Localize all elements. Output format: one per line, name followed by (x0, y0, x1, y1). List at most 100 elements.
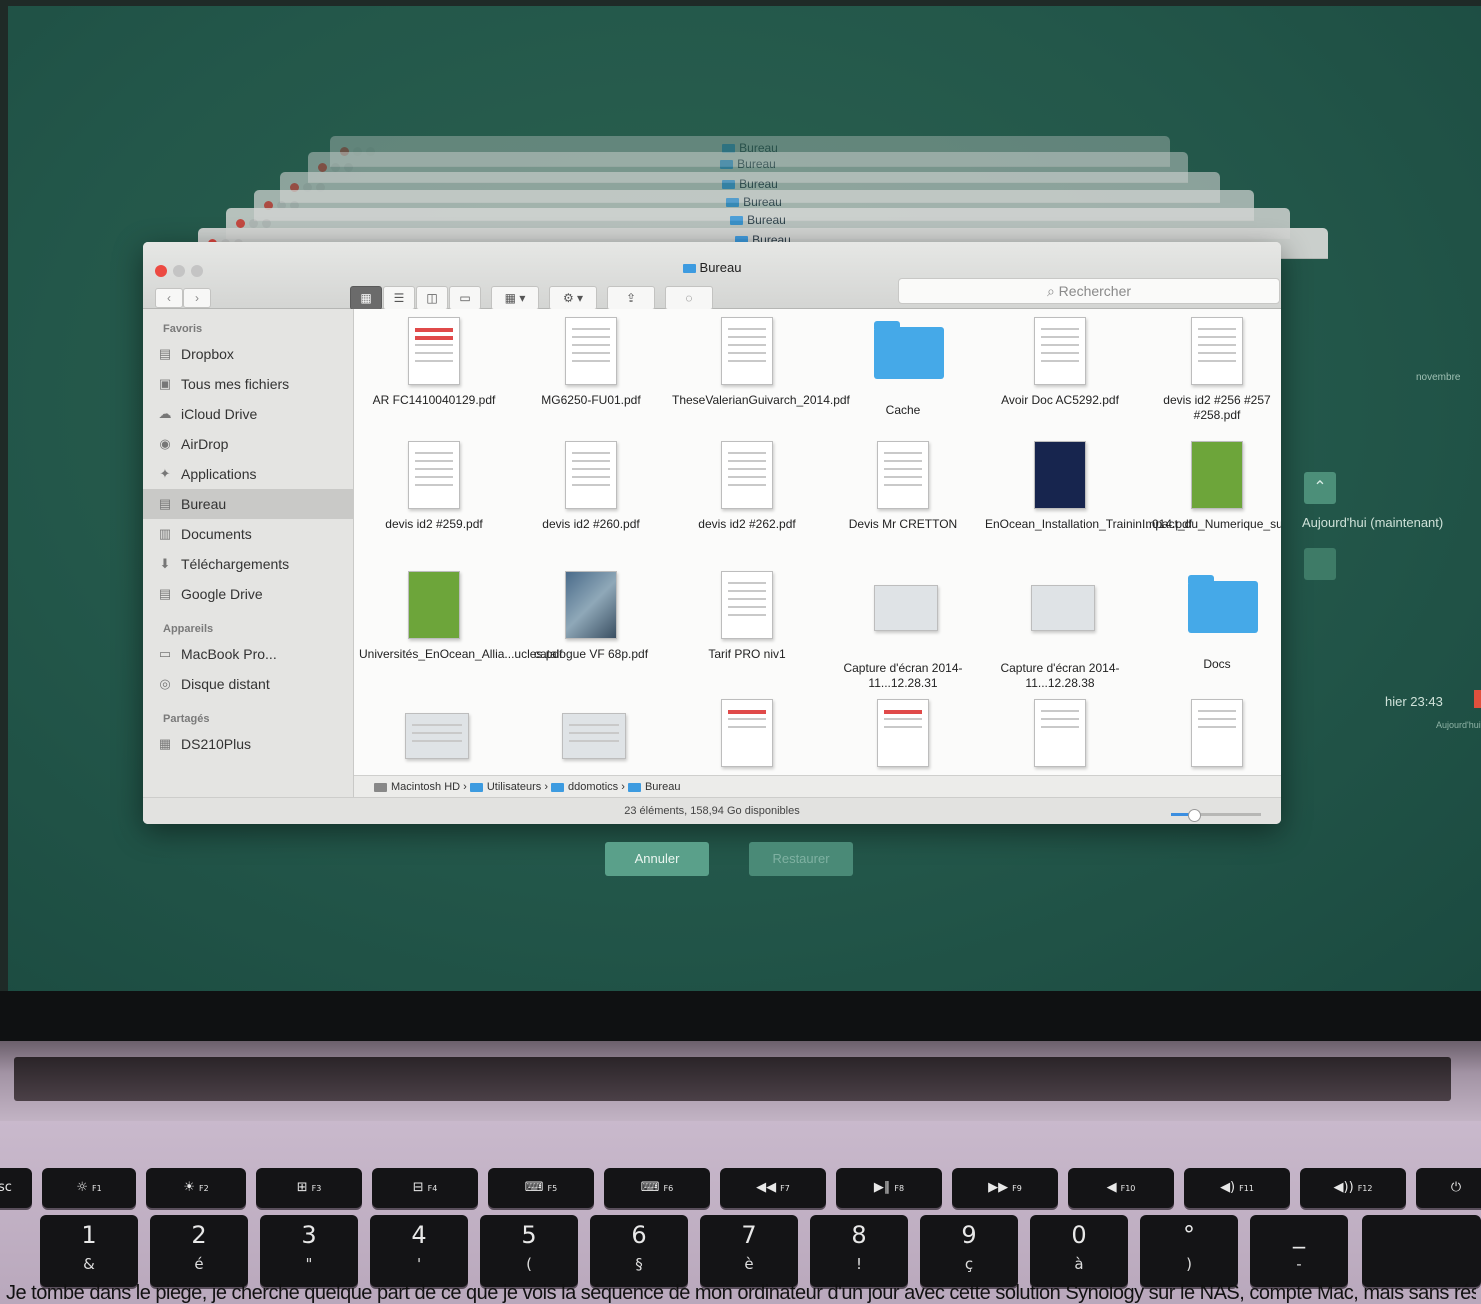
file-item[interactable]: devis id2 #259.pdf (359, 441, 509, 532)
sidebar-section-header: Partagés (163, 713, 210, 725)
sidebar-item-t-l-chargements[interactable]: ⬇ Téléchargements (143, 549, 353, 579)
back-button[interactable]: ‹ (155, 288, 183, 308)
file-item[interactable]: devis id2 #256 #257 #258.pdf (1142, 317, 1281, 423)
sidebar-item-icloud-drive[interactable]: ☁ iCloud Drive (143, 399, 353, 429)
number-key[interactable]: 5( (480, 1215, 578, 1287)
timeline-month-label: novembre (1416, 372, 1461, 383)
file-item[interactable]: Cache (828, 317, 978, 418)
sidebar-item-disque-distant[interactable]: ◎ Disque distant (143, 669, 353, 699)
coverflow-view-button[interactable]: ▭ (449, 286, 481, 310)
file-item[interactable]: Tarif PRO niv1 (672, 571, 822, 662)
restore-button[interactable]: Restaurer (749, 842, 853, 876)
file-item[interactable]: MG6250-FU01.pdf (516, 317, 666, 408)
file-item[interactable] (828, 699, 978, 775)
thumbnail-line (1041, 710, 1079, 712)
file-item[interactable]: AR FC1410040129.pdf (359, 317, 509, 408)
file-item[interactable]: Avoir Doc AC5292.pdf (985, 317, 1135, 408)
action-menu-button[interactable]: ⚙ ▾ (549, 286, 597, 310)
forward-button[interactable]: › (183, 288, 211, 308)
thumbnail-line (1041, 328, 1079, 330)
timeline-up-arrow-icon[interactable]: ⌃ (1304, 472, 1336, 504)
key-upper-char: _ (1293, 1221, 1305, 1249)
folder-icon (469, 782, 483, 792)
function-key[interactable]: ⊞ F3 (256, 1168, 362, 1208)
sidebar-item-bureau[interactable]: ▤ Bureau (143, 489, 353, 519)
icon-size-slider[interactable] (1171, 809, 1261, 822)
function-key[interactable]: ◀)) F12 (1300, 1168, 1406, 1208)
sidebar-item-airdrop[interactable]: ◉ AirDrop (143, 429, 353, 459)
number-key[interactable]: 6 § (590, 1215, 688, 1287)
function-key[interactable]: ☼ F1 (42, 1168, 136, 1208)
function-key[interactable]: ◀◀ F7 (720, 1168, 826, 1208)
function-key[interactable]: ▶▶ F9 (952, 1168, 1058, 1208)
file-item[interactable]: devis id2 #260.pdf (516, 441, 666, 532)
path-segment[interactable]: ddomotics (551, 781, 618, 793)
share-button[interactable]: ⇪ (607, 286, 655, 310)
function-key[interactable]: ◀ F10 (1068, 1168, 1174, 1208)
number-key[interactable]: _ - (1250, 1215, 1348, 1287)
slider-knob[interactable] (1187, 809, 1201, 822)
sidebar-item-ds210plus[interactable]: ▦ DS210Plus (143, 729, 353, 759)
file-item[interactable]: EnOcean_Installation_Trainin...014.pdf (985, 441, 1192, 532)
file-item[interactable] (516, 699, 666, 776)
stacked-window-title-text: Bureau (739, 177, 778, 191)
sidebar-item-applications[interactable]: ✦ Applications (143, 459, 353, 489)
file-item[interactable]: Capture d'écran 2014-11...12.28.38 (985, 571, 1135, 691)
arrange-menu-button[interactable]: ▦ ▾ (491, 286, 539, 310)
function-key[interactable]: ☀ F2 (146, 1168, 246, 1208)
file-item[interactable]: TheseValerianGuivarch_2014.pdf (672, 317, 850, 408)
tag-button[interactable]: ◌ (665, 286, 713, 310)
number-key[interactable]: 8! (810, 1215, 908, 1287)
function-key[interactable]: ⊟ F4 (372, 1168, 478, 1208)
number-key[interactable]: 4 ' (370, 1215, 468, 1287)
function-key[interactable]: ⏻ (1416, 1168, 1481, 1208)
number-key[interactable]: 7è (700, 1215, 798, 1287)
file-item[interactable]: Impact_du_Numerique_sur...iques.pdf (1142, 441, 1281, 532)
number-key[interactable]: 9ç (920, 1215, 1018, 1287)
file-item[interactable] (1142, 699, 1281, 775)
thumbnail-line (884, 726, 922, 728)
timeline-down-arrow-icon[interactable] (1304, 548, 1336, 580)
number-key[interactable]: °) (1140, 1215, 1238, 1287)
function-key[interactable]: esc (0, 1168, 32, 1208)
function-key[interactable]: ◀) F11 (1184, 1168, 1290, 1208)
cancel-button[interactable]: Annuler (605, 842, 709, 876)
thumbnail-line (728, 710, 766, 714)
file-item[interactable] (985, 699, 1135, 775)
number-key[interactable]: 2é (150, 1215, 248, 1287)
number-key[interactable]: 3 " (260, 1215, 358, 1287)
search-field[interactable]: ⌕ Rechercher (898, 278, 1280, 304)
file-item[interactable]: Docs (1142, 571, 1281, 672)
file-item[interactable]: Universités_EnOcean_Allia...ucles.pdf (359, 571, 562, 662)
file-item[interactable]: catalogue VF 68p.pdf (516, 571, 666, 662)
number-key[interactable]: 1 & (40, 1215, 138, 1287)
file-item[interactable]: devis id2 #262.pdf (672, 441, 822, 532)
delete-key[interactable] (1362, 1215, 1481, 1287)
sidebar-item-macbook-pro-[interactable]: ▭ MacBook Pro... (143, 639, 353, 669)
file-name: catalogue VF 68p.pdf (533, 647, 649, 661)
sidebar-item-documents[interactable]: ▥ Documents (143, 519, 353, 549)
path-segment[interactable]: Macintosh HD (374, 781, 460, 793)
number-key[interactable]: 0à (1030, 1215, 1128, 1287)
file-item[interactable] (672, 699, 822, 775)
file-icon (405, 441, 463, 511)
list-view-button[interactable]: ☰ (383, 286, 415, 310)
thumbnail-line (884, 476, 922, 478)
file-item[interactable]: Capture d'écran 2014-11...12.28.31 (828, 571, 978, 691)
file-item[interactable]: Devis Mr CRETTON (828, 441, 978, 532)
function-key[interactable]: ▶∥ F8 (836, 1168, 942, 1208)
sidebar-item-dropbox[interactable]: ▤ Dropbox (143, 339, 353, 369)
thumbnail-line (1198, 726, 1236, 728)
timeline-tick-marker[interactable] (1474, 690, 1481, 708)
column-view-button[interactable]: ◫ (416, 286, 448, 310)
function-key[interactable]: ⌨ F6 (604, 1168, 710, 1208)
function-key[interactable]: ⌨ F5 (488, 1168, 594, 1208)
finder-window[interactable]: Bureau ‹ › ▦ ☰ ◫ ▭ ▦ ▾ ⚙ ▾ ⇪ ◌ ⌕ Recherc… (143, 242, 1281, 824)
file-item[interactable] (359, 699, 509, 776)
function-key-label: F5 (547, 1184, 558, 1193)
path-segment[interactable]: Bureau (627, 781, 680, 793)
icon-view-button[interactable]: ▦ (350, 286, 382, 310)
sidebar-item-tous-mes-fichiers[interactable]: ▣ Tous mes fichiers (143, 369, 353, 399)
path-segment[interactable]: Utilisateurs (469, 781, 541, 793)
sidebar-item-google-drive[interactable]: ▤ Google Drive (143, 579, 353, 609)
